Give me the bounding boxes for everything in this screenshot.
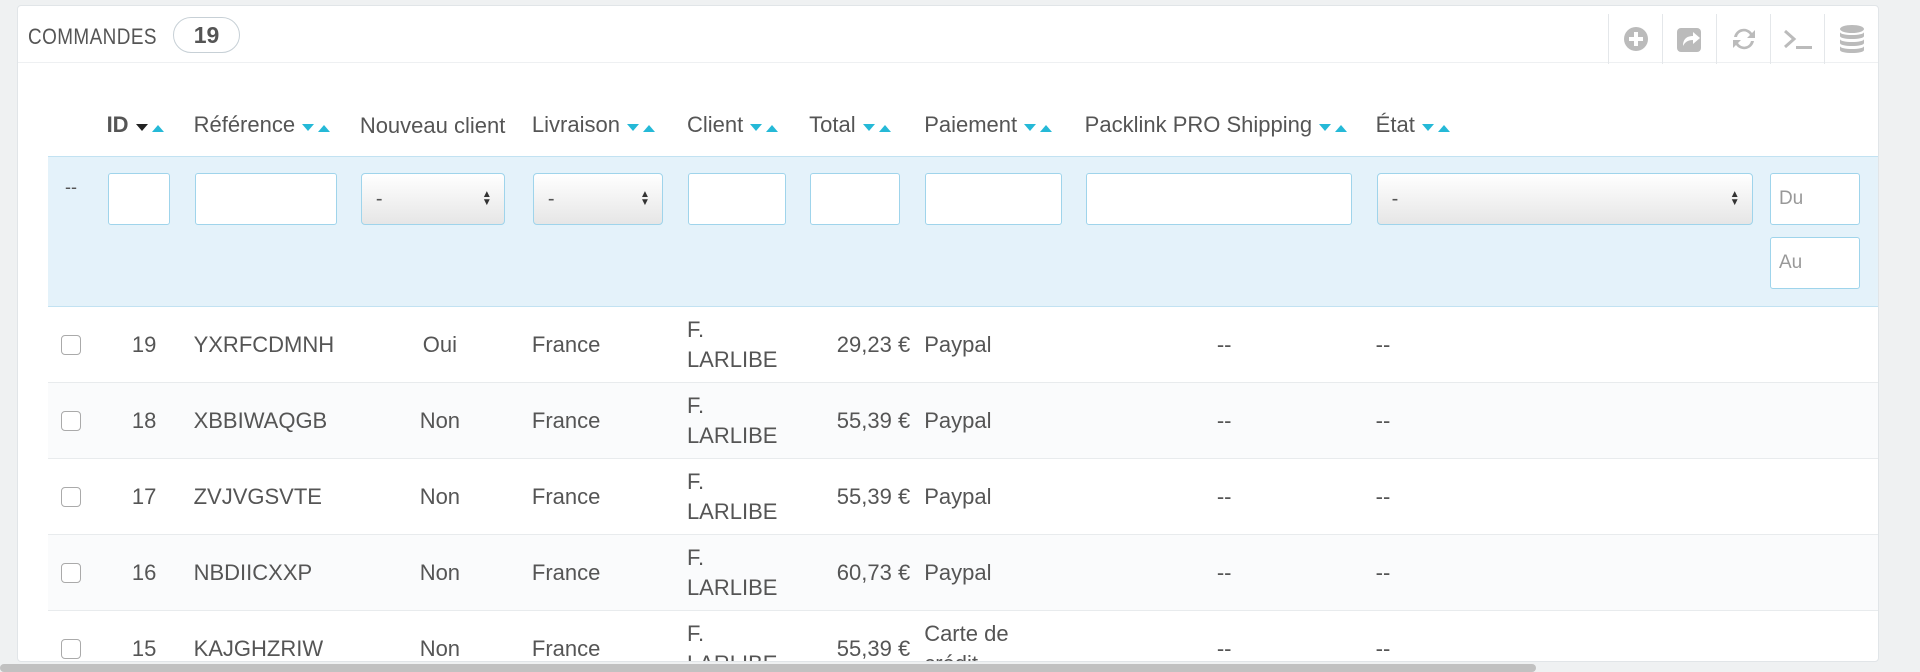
select-arrows-icon: ▲ ▼ (1729, 189, 1740, 208)
sort-asc-icon[interactable] (151, 123, 167, 133)
vertical-scroll-track (1903, 0, 1920, 672)
filter-payment-input[interactable] (925, 173, 1063, 225)
sort-controls[interactable] (1318, 114, 1350, 140)
filter-total-input[interactable] (810, 173, 901, 225)
export-button[interactable] (1662, 14, 1716, 64)
table-row[interactable]: 18 XBBIWAQGB Non France F. LARLIBE 55,39 … (48, 382, 1878, 459)
select-arrows-icon: ▲ ▼ (640, 189, 650, 208)
sort-controls[interactable] (749, 114, 781, 140)
add-new-icon (1623, 27, 1648, 51)
sort-desc-icon[interactable] (301, 123, 317, 133)
column-payment: Paiement (918, 96, 1078, 157)
select-arrows-icon: ▲ ▼ (481, 189, 492, 208)
sort-controls[interactable] (626, 114, 658, 140)
table-header-row: ID Référence Nouveau client Livraison Cl… (48, 96, 1878, 157)
row-checkbox[interactable] (61, 638, 81, 659)
sort-controls[interactable] (1421, 114, 1453, 140)
database-icon (1839, 25, 1864, 53)
panel-toolbar (1608, 14, 1878, 64)
row-checkbox[interactable] (61, 334, 81, 355)
refresh-icon (1732, 28, 1755, 50)
refresh-button[interactable] (1716, 14, 1770, 64)
sort-controls[interactable] (862, 114, 894, 140)
filter-dash: -- (65, 177, 77, 197)
filter-reference-input[interactable] (194, 173, 337, 225)
table-row[interactable]: 16 NBDIICXXP Non France F. LARLIBE 60,73 … (48, 534, 1878, 611)
orders-panel: COMMANDES 19 ID Référence Nouveau client… (17, 5, 1879, 662)
sort-desc-icon[interactable] (862, 123, 878, 133)
table-row[interactable]: 15 KAJGHZRIW Non France F.LARLIBE 55,39 … (48, 610, 1878, 661)
sort-asc-icon[interactable] (765, 123, 781, 133)
row-checkbox[interactable] (61, 410, 81, 431)
filter-date-from[interactable]: Du (1769, 173, 1860, 225)
column-client: Client (681, 96, 803, 157)
sort-controls[interactable] (135, 114, 167, 140)
sort-desc-icon[interactable] (1318, 123, 1334, 133)
order-count-badge: 19 (173, 17, 240, 53)
column-new-client: Nouveau client (359, 113, 506, 138)
sort-asc-icon[interactable] (642, 123, 658, 133)
column-packlink: Packlink PRO Shipping (1079, 96, 1370, 157)
sort-asc-icon[interactable] (1039, 123, 1055, 133)
column-reference: Référence (188, 96, 354, 157)
sort-asc-icon[interactable] (1437, 123, 1453, 133)
database-button[interactable] (1824, 14, 1878, 64)
orders-table: ID Référence Nouveau client Livraison Cl… (48, 96, 1878, 661)
sort-controls[interactable] (301, 114, 333, 140)
sort-desc-icon[interactable] (135, 123, 151, 133)
filter-row: -- - ▲ ▼ - ▲ ▼ - ▲ ▼ Du Au (48, 156, 1878, 307)
column-id: ID (101, 96, 188, 157)
sort-desc-icon[interactable] (626, 123, 642, 133)
panel-heading: COMMANDES 19 (18, 6, 1878, 64)
column-total: Total (803, 96, 918, 157)
filter-packlink-input[interactable] (1085, 173, 1352, 225)
row-checkbox[interactable] (61, 562, 81, 583)
export-icon (1676, 28, 1701, 52)
sort-controls[interactable] (1023, 114, 1055, 140)
filter-client-input[interactable] (687, 173, 786, 225)
sort-asc-icon[interactable] (1334, 123, 1350, 133)
table-row[interactable]: 19 YXRFCDMNH Oui France F. LARLIBE 29,23 … (48, 306, 1878, 383)
sql-query-button[interactable] (1770, 14, 1824, 64)
sql-query-icon (1783, 29, 1812, 49)
add-new-button[interactable] (1608, 14, 1662, 64)
filter-id-input[interactable] (107, 173, 170, 225)
filter-state-select[interactable]: - ▲ ▼ (1376, 173, 1753, 225)
sort-desc-icon[interactable] (1023, 123, 1039, 133)
column-state: État (1370, 96, 1763, 157)
filter-new-client-select[interactable]: - ▲ ▼ (360, 173, 505, 225)
filter-delivery-select[interactable]: - ▲ ▼ (532, 173, 663, 225)
sort-desc-icon[interactable] (749, 123, 765, 133)
column-delivery: Livraison (526, 96, 681, 157)
sort-asc-icon[interactable] (878, 123, 894, 133)
filter-date-to[interactable]: Au (1769, 237, 1860, 289)
table-row[interactable]: 17 ZVJVGSVTE Non France F. LARLIBE 55,39 … (48, 458, 1878, 535)
panel-title: COMMANDES (28, 24, 157, 49)
sort-asc-icon[interactable] (317, 123, 333, 133)
horizontal-scrollbar[interactable] (0, 664, 1536, 672)
row-checkbox[interactable] (61, 486, 81, 507)
sort-desc-icon[interactable] (1421, 123, 1437, 133)
